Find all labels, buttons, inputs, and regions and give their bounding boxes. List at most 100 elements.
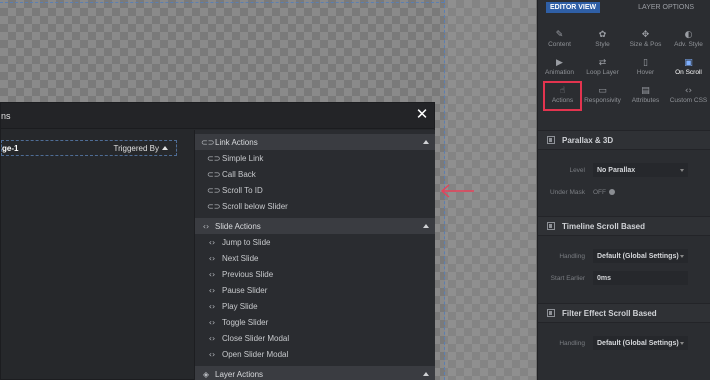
action-item[interactable]: ‹› Next Slide <box>195 250 435 266</box>
code-icon: ‹› <box>208 269 216 279</box>
grid-row: ☝ Actions ▭ Responsivity ▤ Attributes ‹› Custom… <box>538 81 710 111</box>
link-icon: ⊂⊃ <box>207 153 221 163</box>
action-item-label: Jump to Slide <box>222 237 271 247</box>
play-icon: ▶ <box>556 58 563 68</box>
field-value: Default (Global Settings) <box>597 339 679 347</box>
code-icon: ‹› <box>208 285 216 295</box>
option-animation[interactable]: ▶ Animation <box>538 54 581 82</box>
option-hover[interactable]: ▯ Hover <box>624 54 667 82</box>
tab-layer-options[interactable]: LAYER OPTIONS <box>638 4 694 11</box>
panel-icon <box>547 309 555 317</box>
field-label: Level <box>569 166 585 174</box>
field-under-mask: Under Mask OFF <box>538 184 710 200</box>
option-label: Custom CSS <box>669 97 708 104</box>
under-mask-toggle[interactable]: OFF <box>593 189 615 196</box>
section-title: Link Actions <box>215 137 258 147</box>
code-icon: ‹› <box>208 349 216 359</box>
option-label: Adv. Style <box>674 41 703 48</box>
action-item-label: Pause Slider <box>222 285 268 295</box>
trigger-layer-name: ge-1 <box>2 143 19 153</box>
panel-title: Filter Effect Scroll Based <box>562 308 657 318</box>
option-label: Loop Layer <box>586 69 619 76</box>
code-icon: ‹› <box>208 301 216 311</box>
option-label: Actions <box>551 97 574 104</box>
option-custom-css[interactable]: ‹› Custom CSS <box>667 82 710 110</box>
select-input[interactable]: No Parallax <box>593 163 688 177</box>
collapse-caret-icon[interactable] <box>423 140 429 144</box>
layer-options-sidebar: EDITOR VIEW LAYER OPTIONS ✎ Content ✿ Style… <box>537 0 710 380</box>
select-input[interactable]: Default (Global Settings) <box>593 249 688 263</box>
field-label: Under Mask <box>549 188 585 196</box>
action-item[interactable]: ⊂⊃ Scroll To ID <box>195 182 435 198</box>
select-input[interactable]: Default (Global Settings) <box>593 336 688 350</box>
panel-header-filter-effect-scroll-based[interactable]: Filter Effect Scroll Based <box>538 303 710 323</box>
section-title: Layer Actions <box>215 369 264 379</box>
section-header-layers[interactable]: ◈ Layer Actions <box>195 366 435 380</box>
option-actions[interactable]: ☝ Actions <box>543 81 582 111</box>
action-item-label: Close Slider Modal <box>222 333 290 343</box>
panel-header-parallax-3d[interactable]: Parallax & 3D <box>538 130 710 150</box>
action-triggers-panel: ge-1 Triggered By <box>1 130 193 380</box>
option-label: Style <box>595 41 610 48</box>
chevron-down-icon <box>680 341 684 345</box>
panel-header-timeline-scroll-based[interactable]: Timeline Scroll Based <box>538 216 710 236</box>
document-icon: ▤ <box>641 86 650 96</box>
triggered-by-dropdown[interactable]: Triggered By <box>114 144 168 153</box>
field-label: Handling <box>559 252 585 260</box>
field-label: Handling <box>559 339 585 347</box>
action-item[interactable]: ‹› Pause Slider <box>195 282 435 298</box>
action-item-label: Open Slider Modal <box>222 349 289 359</box>
link-icon: ⊂⊃ <box>207 185 221 195</box>
panel-icon <box>547 136 555 144</box>
action-item[interactable]: ‹› Toggle Slider <box>195 314 435 330</box>
action-item[interactable]: ‹› Jump to Slide <box>195 234 435 250</box>
modal-header: ns ✕ <box>1 103 434 129</box>
option-attributes[interactable]: ▤ Attributes <box>624 82 667 110</box>
field-level: Level No Parallax <box>538 162 710 178</box>
action-item[interactable]: ‹› Open Slider Modal <box>195 346 435 362</box>
option-style[interactable]: ✿ Style <box>581 26 624 54</box>
code-icon: ‹› <box>208 317 216 327</box>
option-content[interactable]: ✎ Content <box>538 26 581 54</box>
trigger-row[interactable]: ge-1 Triggered By <box>1 140 177 156</box>
action-item-label: Call Back <box>222 169 256 179</box>
section-header-code[interactable]: ‹› Slide Actions <box>195 218 435 234</box>
layers-icon: ◈ <box>202 369 210 379</box>
field-handling: Handling Default (Global Settings) <box>538 248 710 264</box>
action-item[interactable]: ‹› Previous Slide <box>195 266 435 282</box>
tab-editor-view[interactable]: EDITOR VIEW <box>546 1 601 13</box>
chevron-down-icon <box>680 254 684 258</box>
panel-title: Timeline Scroll Based <box>562 221 645 231</box>
link-icon: ⊂⊃ <box>201 137 215 147</box>
code-brackets-icon: ‹› <box>684 86 693 96</box>
action-item[interactable]: ‹› Close Slider Modal <box>195 330 435 346</box>
text-input[interactable]: 0ms <box>593 271 688 285</box>
field-value: No Parallax <box>597 166 636 174</box>
action-list: ⊂⊃ Link Actions ⊂⊃ Simple Link ⊂⊃ Call Back ⊂⊃… <box>194 130 435 380</box>
section-header-link[interactable]: ⊂⊃ Link Actions <box>195 134 435 150</box>
collapse-caret-icon[interactable] <box>423 372 429 376</box>
grid-row: ▶ Animation ⇄ Loop Layer ▯ Hover ▣ On Scroll <box>538 54 710 82</box>
action-item[interactable]: ⊂⊃ Simple Link <box>195 150 435 166</box>
option-loop-layer[interactable]: ⇄ Loop Layer <box>581 54 624 82</box>
option-label: On Scroll <box>675 69 702 76</box>
collapse-caret-icon[interactable] <box>423 224 429 228</box>
option-label: Animation <box>545 69 574 76</box>
palette-icon: ✿ <box>598 30 607 40</box>
pointer-arrow-icon <box>440 184 474 198</box>
action-item[interactable]: ⊂⊃ Scroll below Slider <box>195 198 435 214</box>
option-on-scroll[interactable]: ▣ On Scroll <box>667 54 710 82</box>
option-responsivity[interactable]: ▭ Responsivity <box>581 82 624 110</box>
action-item-label: Toggle Slider <box>222 317 269 327</box>
option-adv-style[interactable]: ◐ Adv. Style <box>667 26 710 54</box>
action-item[interactable]: ‹› Play Slide <box>195 298 435 314</box>
action-item-label: Play Slide <box>222 301 258 311</box>
field-label: Start Earlier <box>550 274 585 282</box>
action-item[interactable]: ⊂⊃ Call Back <box>195 166 435 182</box>
option-label: Attributes <box>631 97 660 104</box>
option-size-pos[interactable]: ✥ Size & Pos <box>624 26 667 54</box>
toggle-knob[interactable] <box>609 189 615 195</box>
close-icon[interactable]: ✕ <box>415 107 429 122</box>
option-label: Content <box>548 41 571 48</box>
action-item-label: Simple Link <box>222 153 264 163</box>
